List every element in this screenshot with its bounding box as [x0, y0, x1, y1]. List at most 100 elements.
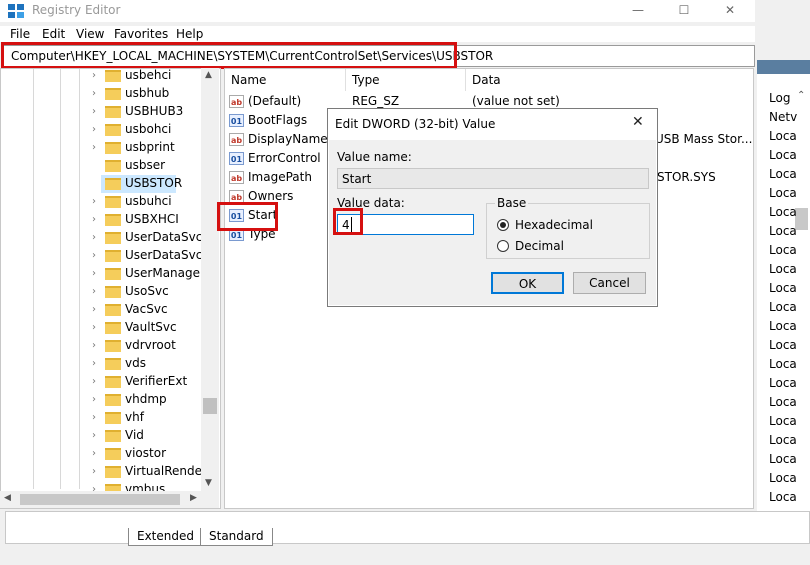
column-header-data[interactable]: Data	[472, 73, 501, 87]
tree-item[interactable]: › viostor	[92, 445, 202, 463]
column-divider[interactable]	[465, 69, 466, 91]
tree-item-label[interactable]: Vid	[125, 428, 144, 442]
tree-item[interactable]: › vhf	[92, 409, 202, 427]
chevron-right-icon[interactable]: ›	[92, 322, 102, 334]
chevron-right-icon[interactable]: ›	[92, 466, 102, 478]
tree-item-label[interactable]: USBSTOR	[125, 176, 182, 190]
chevron-right-icon[interactable]: ›	[92, 304, 102, 316]
tree-item-label[interactable]: vds	[125, 356, 146, 370]
value-name[interactable]: ImagePath	[248, 170, 312, 184]
tree-item[interactable]: › usbuhci	[92, 193, 202, 211]
tree-item-label[interactable]: VirtualRender	[125, 464, 207, 478]
value-name[interactable]: Owners	[248, 189, 293, 203]
hexadecimal-radio[interactable]: Hexadecimal	[497, 218, 647, 234]
value-name[interactable]: BootFlags	[248, 113, 307, 127]
tree-item-label[interactable]: usbhub	[125, 86, 169, 100]
tree-horizontal-scrollbar[interactable]: ◀ ▶	[0, 491, 219, 508]
tree-item-label[interactable]: vdrvroot	[125, 338, 176, 352]
scroll-up-icon[interactable]: ▲	[205, 70, 212, 80]
tree-item[interactable]: › vdrvroot	[92, 337, 202, 355]
chevron-right-icon[interactable]: ›	[92, 448, 102, 460]
chevron-right-icon[interactable]: ›	[92, 70, 102, 82]
tree-item-label[interactable]: VerifierExt	[125, 374, 187, 388]
chevron-right-icon[interactable]: ›	[92, 142, 102, 154]
tree-item[interactable]: › usbehci	[92, 67, 202, 85]
menu-help[interactable]: Help	[176, 27, 203, 41]
tree-item[interactable]: › USBHUB3	[92, 103, 202, 121]
tree-item[interactable]: › VerifierExt	[92, 373, 202, 391]
chevron-right-icon[interactable]: ›	[92, 250, 102, 262]
tree-item[interactable]: › usbprint	[92, 139, 202, 157]
chevron-right-icon[interactable]: ›	[92, 430, 102, 442]
tree-item[interactable]: › VirtualRender	[92, 463, 207, 481]
radio-unselected-icon[interactable]	[497, 240, 509, 252]
tree-item[interactable]: › UserDataSvc	[92, 229, 202, 247]
tree-item[interactable]: › UserDataSvc_8	[92, 247, 216, 265]
tab-extended[interactable]: Extended	[128, 528, 203, 546]
tree-item[interactable]: › VacSvc	[92, 301, 202, 319]
chevron-right-icon[interactable]: ›	[92, 106, 102, 118]
tree-item[interactable]: usbser	[92, 157, 202, 175]
column-divider[interactable]	[345, 69, 346, 91]
chevron-right-icon[interactable]: ›	[92, 286, 102, 298]
menu-edit[interactable]: Edit	[42, 27, 65, 41]
tree-item-label[interactable]: vhdmp	[125, 392, 167, 406]
chevron-right-icon[interactable]: ›	[92, 376, 102, 388]
menu-file[interactable]: File	[10, 27, 30, 41]
tree-item-label[interactable]: USBXHCI	[125, 212, 179, 226]
tree-item[interactable]: USBSTOR	[92, 175, 202, 193]
tree-item-label[interactable]: viostor	[125, 446, 166, 460]
menu-view[interactable]: View	[76, 27, 104, 41]
tree-item[interactable]: › usbhub	[92, 85, 202, 103]
tree-item-label[interactable]: usbehci	[125, 68, 171, 82]
tree-item[interactable]: › UsoSvc	[92, 283, 202, 301]
tree-item-label[interactable]: vhf	[125, 410, 144, 424]
tree-item[interactable]: › vds	[92, 355, 202, 373]
tab-standard[interactable]: Standard	[200, 528, 273, 546]
tree-item-label[interactable]: usbprint	[125, 140, 175, 154]
tree-hscroll-thumb[interactable]	[20, 494, 180, 505]
tree-item[interactable]: › UserManager	[92, 265, 205, 283]
hexadecimal-label[interactable]: Hexadecimal	[515, 218, 593, 232]
minimize-button[interactable]: —	[615, 0, 661, 20]
tree-item-label[interactable]: usbuhci	[125, 194, 172, 208]
ok-button[interactable]: OK	[491, 272, 564, 294]
tree-item[interactable]: › vhdmp	[92, 391, 202, 409]
chevron-right-icon[interactable]: ›	[92, 232, 102, 244]
tree-item-label[interactable]: UsoSvc	[125, 284, 169, 298]
column-header-type[interactable]: Type	[352, 73, 380, 87]
chevron-right-icon[interactable]: ›	[92, 196, 102, 208]
tree-item-label[interactable]: UserDataSvc	[125, 230, 202, 244]
tree-vertical-scrollbar[interactable]: ▲ ▼	[201, 68, 219, 491]
chevron-right-icon[interactable]: ›	[92, 394, 102, 406]
scroll-left-icon[interactable]: ◀	[4, 493, 11, 503]
tree-item-label[interactable]: VaultSvc	[125, 320, 177, 334]
close-button[interactable]: ✕	[707, 0, 753, 20]
chevron-right-icon[interactable]: ›	[92, 214, 102, 226]
radio-selected-icon[interactable]	[497, 219, 509, 231]
chevron-right-icon[interactable]: ›	[92, 124, 102, 136]
value-name[interactable]: ErrorControl	[248, 151, 321, 165]
cancel-button[interactable]: Cancel	[573, 272, 646, 294]
tree-item[interactable]: › usbohci	[92, 121, 202, 139]
dialog-close-button[interactable]: ✕	[632, 114, 644, 130]
tree-item-label[interactable]: UserManager	[125, 266, 205, 280]
tree-item[interactable]: › USBXHCI	[92, 211, 202, 229]
decimal-label[interactable]: Decimal	[515, 239, 564, 253]
maximize-button[interactable]: ☐	[661, 0, 707, 20]
chevron-right-icon[interactable]: ›	[92, 340, 102, 352]
tree-item[interactable]: › Vid	[92, 427, 202, 445]
column-header-name[interactable]: Name	[231, 73, 266, 87]
chevron-right-icon[interactable]: ›	[92, 268, 102, 280]
tree-item-label[interactable]: usbohci	[125, 122, 171, 136]
tree-item-label[interactable]: USBHUB3	[125, 104, 183, 118]
chevron-right-icon[interactable]: ›	[92, 412, 102, 424]
scroll-down-icon[interactable]: ▼	[205, 478, 212, 488]
decimal-radio[interactable]: Decimal	[497, 239, 647, 255]
scroll-right-icon[interactable]: ▶	[190, 493, 197, 503]
value-name[interactable]: (Default)	[248, 94, 301, 108]
value-name[interactable]: DisplayName	[248, 132, 328, 146]
chevron-right-icon[interactable]: ›	[92, 88, 102, 100]
tree-scroll-thumb[interactable]	[203, 398, 217, 414]
tree-item-label[interactable]: VacSvc	[125, 302, 168, 316]
